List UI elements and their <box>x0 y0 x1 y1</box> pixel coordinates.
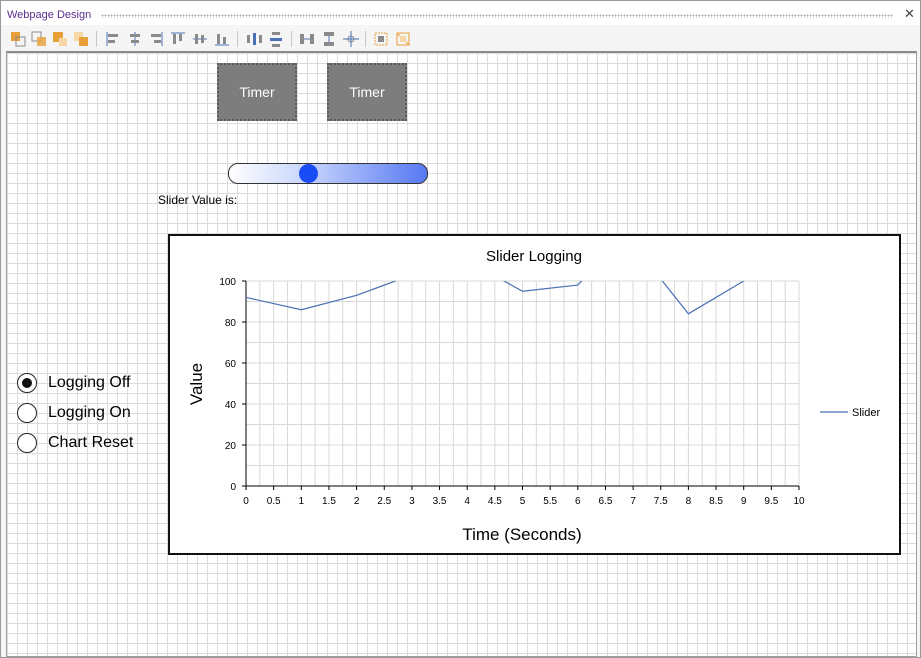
x-tick-label: 6 <box>575 496 581 507</box>
center-icon[interactable] <box>342 30 360 48</box>
x-tick-label: 9 <box>741 496 747 507</box>
x-tick-label: 2.5 <box>377 496 391 507</box>
x-tick-label: 7 <box>630 496 636 507</box>
timer-component[interactable]: Timer <box>217 63 297 121</box>
toolbar-separator <box>365 31 366 47</box>
y-tick-label: 40 <box>225 400 237 411</box>
x-tick-label: 6.5 <box>598 496 612 507</box>
webpage-design-window: Webpage Design ✕ Timer Timer Slider Valu… <box>0 0 921 658</box>
chart-title: Slider Logging <box>486 248 582 265</box>
title-bar-grip[interactable] <box>101 14 893 18</box>
group-icon[interactable] <box>372 30 390 48</box>
align-center-icon[interactable] <box>126 30 144 48</box>
timer-component[interactable]: Timer <box>327 63 407 121</box>
x-tick-label: 8.5 <box>709 496 723 507</box>
legend-label: Slider <box>852 407 880 419</box>
x-tick-label: 8 <box>686 496 692 507</box>
align-bottom-icon[interactable] <box>213 30 231 48</box>
x-tick-label: 4.5 <box>488 496 502 507</box>
close-icon[interactable]: ✕ <box>904 7 915 20</box>
radio-label: Chart Reset <box>48 434 134 451</box>
x-tick-label: 1 <box>299 496 305 507</box>
radio-selected-dot <box>22 378 32 388</box>
slider-logging-chart[interactable]: Slider Logging Time (Seconds) Value 0 0.5… <box>168 234 901 555</box>
design-canvas[interactable]: Timer Timer Slider Value is: Logging Off… <box>6 51 917 657</box>
toolbar-separator <box>291 31 292 47</box>
x-tick-label: 4 <box>464 496 470 507</box>
x-tick-label: 5 <box>520 496 526 507</box>
x-tick-label: 9.5 <box>764 496 778 507</box>
x-tick-label: 1.5 <box>322 496 336 507</box>
radio-button[interactable] <box>17 403 37 423</box>
axis-ticks: 0 0.5 1 1.5 2 2.5 3 3.5 4 4.5 5 5.5 6 6.5 7 7.5 8 8.5 9 9.5… <box>219 277 805 507</box>
x-tick-label: 0 <box>243 496 249 507</box>
x-axis-title: Time (Seconds) <box>462 525 581 544</box>
distribute-horizontal-icon[interactable] <box>245 30 263 48</box>
align-left-icon[interactable] <box>104 30 122 48</box>
send-backward-icon[interactable] <box>30 30 48 48</box>
x-tick-label: 0.5 <box>267 496 281 507</box>
x-tick-label: 3.5 <box>433 496 447 507</box>
x-tick-label: 3 <box>409 496 415 507</box>
chart-grid <box>245 280 800 487</box>
bring-forward-icon[interactable] <box>51 30 69 48</box>
radio-label: Logging On <box>48 404 131 421</box>
toolbar <box>1 27 920 51</box>
x-tick-label: 10 <box>793 496 805 507</box>
chart-legend: Slider <box>820 407 880 419</box>
window-title: Webpage Design <box>7 9 92 21</box>
x-tick-label: 2 <box>354 496 360 507</box>
y-tick-label: 100 <box>219 277 236 288</box>
bring-to-front-icon[interactable] <box>9 30 27 48</box>
radio-label: Logging Off <box>48 374 131 391</box>
align-middle-icon[interactable] <box>191 30 209 48</box>
y-tick-label: 0 <box>230 482 236 493</box>
chart-plot: Slider Logging Time (Seconds) Value 0 0.5… <box>187 248 880 544</box>
slider[interactable] <box>228 163 428 184</box>
align-right-icon[interactable] <box>147 30 165 48</box>
distribute-vertical-icon[interactable] <box>267 30 285 48</box>
space-horizontal-icon[interactable] <box>298 30 316 48</box>
title-bar: Webpage Design ✕ <box>1 1 920 25</box>
radio-button[interactable] <box>17 373 37 393</box>
x-tick-label: 5.5 <box>543 496 557 507</box>
y-tick-label: 60 <box>225 359 237 370</box>
align-top-icon[interactable] <box>169 30 187 48</box>
y-tick-label: 20 <box>225 441 237 452</box>
y-tick-label: 80 <box>225 318 237 329</box>
send-to-back-icon[interactable] <box>72 30 90 48</box>
slider-thumb[interactable] <box>299 164 319 183</box>
radio-button[interactable] <box>17 433 37 453</box>
toolbar-separator <box>237 31 238 47</box>
y-axis-title: Value <box>187 363 206 405</box>
x-tick-label: 7.5 <box>654 496 668 507</box>
slider-value-label: Slider Value is: <box>158 193 238 207</box>
toolbar-separator <box>96 31 97 47</box>
ungroup-icon[interactable] <box>394 30 412 48</box>
space-vertical-icon[interactable] <box>320 30 338 48</box>
